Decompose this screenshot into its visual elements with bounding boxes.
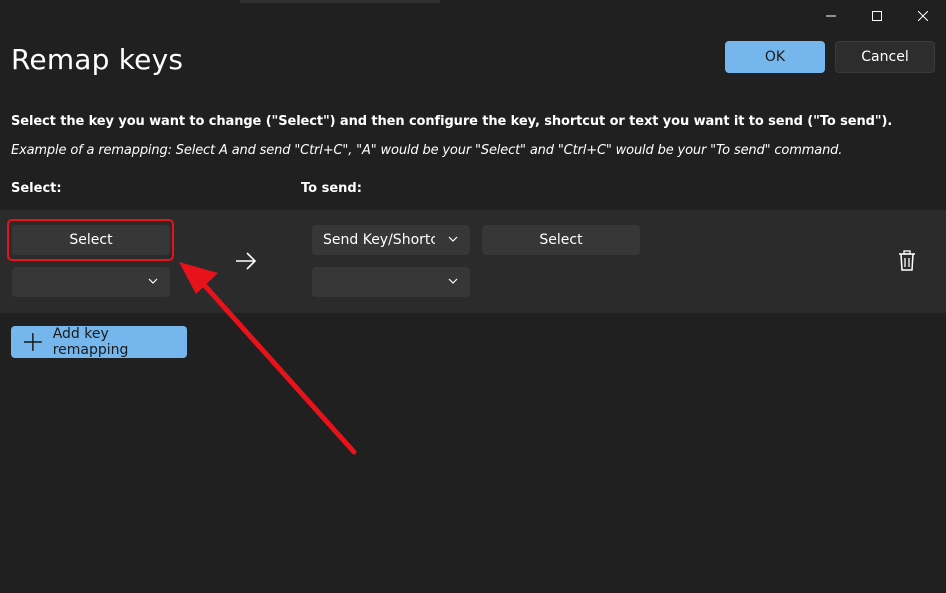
- send-type-dropdown[interactable]: Send Key/Shortcu: [312, 225, 470, 255]
- example-text: Example of a remapping: Select A and sen…: [11, 143, 843, 158]
- chevron-down-icon: [448, 278, 458, 284]
- add-key-remapping-label: Add key remapping: [52, 326, 129, 358]
- send-type-value: Send Key/Shortcu: [323, 232, 435, 248]
- add-key-remapping-button[interactable]: Add key remapping: [11, 326, 187, 358]
- instruction-text: Select the key you want to change ("Sele…: [11, 114, 893, 129]
- chevron-down-icon: [148, 278, 158, 284]
- page-title: Remap keys: [11, 43, 184, 76]
- ok-button[interactable]: OK: [725, 41, 825, 73]
- maximize-button[interactable]: [854, 0, 900, 31]
- title-bar-shadow: [240, 0, 440, 3]
- minimize-icon: [826, 15, 836, 16]
- original-key-dropdown[interactable]: [12, 267, 170, 297]
- minimize-button[interactable]: [808, 0, 854, 31]
- send-key-select-button[interactable]: Select: [482, 225, 640, 255]
- send-key-dropdown[interactable]: [312, 267, 470, 297]
- title-bar: [0, 0, 946, 31]
- to-send-column-label: To send:: [301, 181, 362, 196]
- select-column-label: Select:: [11, 181, 62, 196]
- chevron-down-icon: [448, 236, 458, 242]
- maximize-icon: [872, 10, 882, 21]
- cancel-button[interactable]: Cancel: [835, 41, 935, 73]
- annotation-highlight-box: [7, 219, 174, 261]
- plus-icon: [23, 333, 42, 351]
- close-button[interactable]: [900, 0, 946, 31]
- arrow-right-icon: [236, 252, 257, 270]
- close-icon: [918, 10, 928, 21]
- send-key-select-label: Select: [539, 232, 583, 248]
- trash-icon[interactable]: [897, 250, 917, 272]
